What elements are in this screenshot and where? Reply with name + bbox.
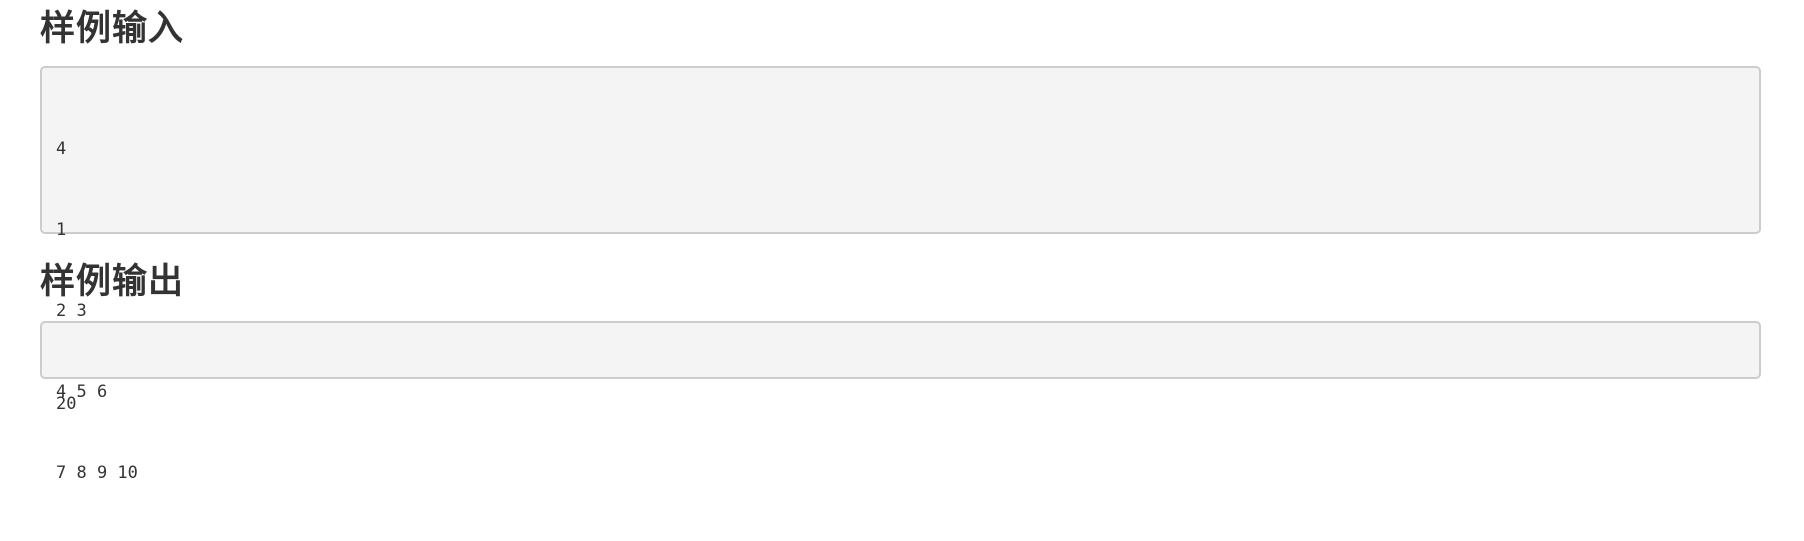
sample-input-line: 4	[56, 139, 67, 159]
sample-input-title: 样例输入	[40, 9, 185, 49]
sample-input-line: 1	[56, 220, 67, 240]
sample-input-section: 样例输入 4 1 2 3 4 5 6 7 8 9 10	[40, 0, 1761, 483]
sample-input-line: 7 8 9 10	[56, 463, 138, 483]
sample-output-box[interactable]: 20	[40, 321, 1761, 414]
sample-output-section: 样例输出 20	[40, 253, 1761, 414]
sample-input-box[interactable]: 4 1 2 3 4 5 6 7 8 9 10	[40, 66, 1761, 483]
sample-output-title: 样例输出	[40, 262, 185, 302]
